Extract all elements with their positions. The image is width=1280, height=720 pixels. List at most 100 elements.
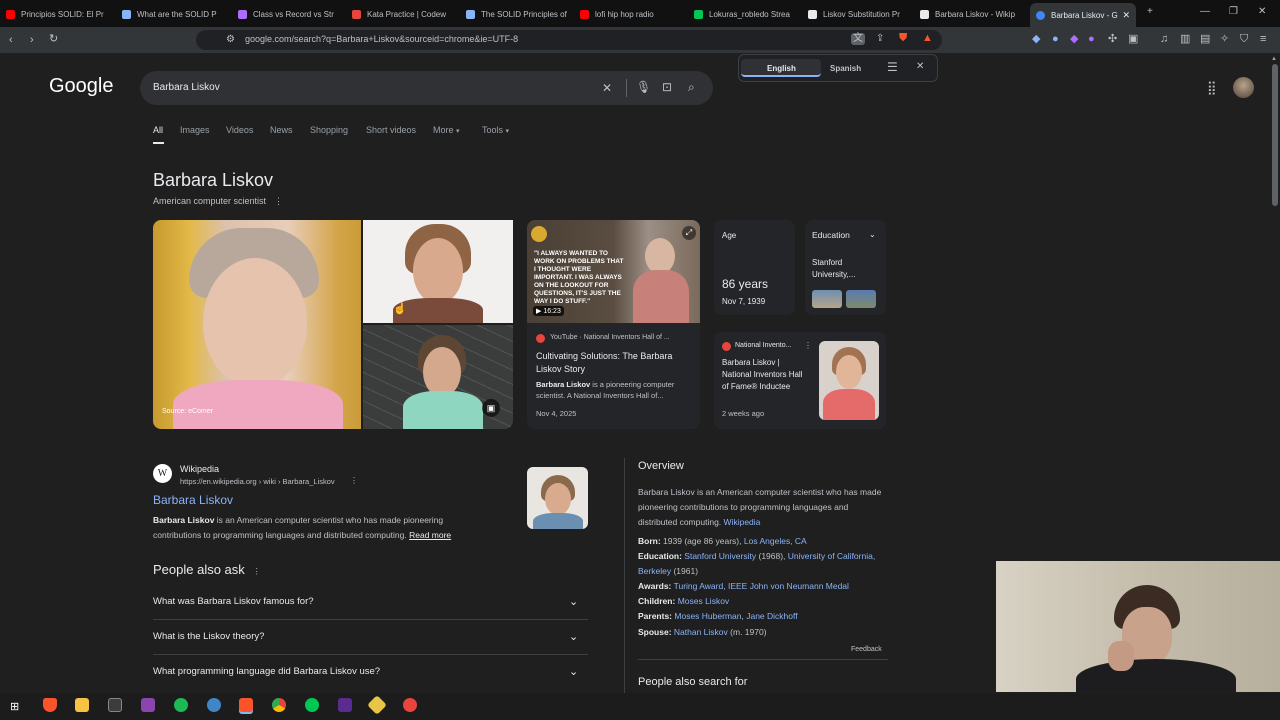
google-logo[interactable]: Google — [49, 75, 114, 98]
menu-icon[interactable]: ≡ — [1260, 33, 1266, 45]
fact-link[interactable]: Moses Liskov — [678, 596, 730, 606]
more-options-icon[interactable]: ⋮ — [350, 476, 358, 485]
puzzle-icon[interactable]: ✣ — [1108, 33, 1117, 45]
network-icon[interactable] — [207, 698, 221, 712]
tab-4[interactable]: The SOLID Principles of — [466, 3, 578, 25]
screenshot-icon[interactable]: ▣ — [1128, 33, 1138, 45]
tab-6[interactable]: Lokuras_robledo Strea — [694, 3, 806, 25]
video-thumbnail[interactable]: "I ALWAYS WANTED TO WORK ON PROBLEMS THA… — [527, 220, 700, 323]
tab-images[interactable]: Images — [180, 125, 210, 135]
education-card[interactable]: Education ⌄ Stanford University,... — [805, 220, 886, 315]
tab-3[interactable]: Kata Practice | Codew — [352, 3, 464, 25]
entity-photo-3[interactable]: ▣ — [363, 325, 513, 429]
fact-link[interactable]: Los Angeles, CA — [744, 536, 807, 546]
search-icon[interactable]: ⌕ — [688, 80, 695, 95]
visual-studio-icon[interactable] — [141, 698, 155, 712]
entity-photo-2[interactable] — [363, 220, 513, 323]
result-thumbnail[interactable] — [527, 467, 588, 529]
fact-link[interactable]: Moses Huberman — [674, 611, 741, 621]
share-icon[interactable]: ⇪ — [876, 33, 884, 45]
minimize-icon[interactable]: — — [1200, 6, 1210, 17]
translate-spanish[interactable]: Spanish — [830, 64, 861, 73]
tab-short-videos[interactable]: Short videos — [366, 125, 416, 135]
translate-icon[interactable]: 文 — [851, 33, 865, 45]
expand-icon[interactable]: ⤢ — [682, 226, 696, 240]
leo-icon[interactable]: ✧ — [1220, 33, 1229, 45]
tab-active[interactable]: Barbara Liskov - G ✕ — [1030, 3, 1136, 27]
spotify-icon[interactable] — [174, 698, 188, 712]
more-options-icon[interactable]: ⋮ — [804, 341, 812, 350]
tab-1[interactable]: What are the SOLID P — [122, 3, 234, 25]
news-title[interactable]: Barbara Liskov | National Inventors Hall… — [722, 357, 810, 393]
forward-icon[interactable]: › — [30, 34, 34, 46]
sidebar-icon[interactable]: ▥ — [1180, 33, 1190, 45]
overview-source-link[interactable]: Wikipedia — [724, 517, 761, 527]
tab-shopping[interactable]: Shopping — [310, 125, 348, 135]
video-title[interactable]: Cultivating Solutions: The Barbara Lisko… — [536, 350, 694, 376]
close-tab-icon[interactable]: ✕ — [1122, 10, 1130, 21]
tab-news[interactable]: News — [270, 125, 293, 135]
university-thumbnail[interactable] — [846, 290, 876, 308]
translate-close-icon[interactable]: ✕ — [916, 61, 924, 72]
app-icon[interactable] — [403, 698, 417, 712]
tab-videos[interactable]: Videos — [226, 125, 253, 135]
university-thumbnail[interactable] — [812, 290, 842, 308]
restore-icon[interactable]: ❐ — [1229, 6, 1238, 17]
tools-button[interactable]: Tools ▾ — [482, 125, 509, 135]
result-url[interactable]: https://en.wikipedia.org › wiki › Barbar… — [180, 477, 335, 486]
app-icon[interactable] — [338, 698, 352, 712]
read-more-link[interactable]: Read more — [409, 530, 451, 540]
media-icon[interactable]: ♫ — [1160, 33, 1168, 45]
extension-icon[interactable]: ◆ — [1070, 33, 1078, 45]
scroll-up-icon[interactable]: ▲ — [1271, 56, 1277, 62]
chrome-icon[interactable] — [272, 698, 286, 712]
brave-active-icon[interactable] — [239, 698, 253, 712]
brave-icon[interactable] — [43, 698, 57, 712]
fact-link[interactable]: Turing Award — [674, 581, 724, 591]
avatar[interactable] — [1233, 77, 1254, 98]
reload-icon[interactable]: ↻ — [49, 33, 58, 45]
entity-photo-main[interactable]: Source: eComer — [153, 220, 361, 429]
extension-icon[interactable]: ● — [1052, 33, 1059, 45]
paa-question[interactable]: What programming language did Barbara Li… — [153, 659, 588, 691]
close-window-icon[interactable]: ✕ — [1258, 6, 1266, 17]
tab-more[interactable]: More ▾ — [433, 125, 460, 135]
fact-link[interactable]: Jane Dickhoff — [746, 611, 797, 621]
tab-5[interactable]: lofi hip hop radio — [580, 3, 692, 25]
mic-icon[interactable]: 🎙 — [636, 80, 651, 94]
lens-icon[interactable]: ⊡ — [662, 80, 672, 94]
terminal-icon[interactable] — [108, 698, 122, 712]
brave-rewards-icon[interactable]: ▲ — [922, 32, 933, 44]
chevron-down-icon[interactable]: ⌄ — [869, 230, 876, 239]
site-info-icon[interactable]: ⚙ — [226, 34, 235, 46]
fact-link[interactable]: Stanford University — [684, 551, 756, 561]
extension-icon[interactable]: ● — [1088, 33, 1095, 45]
video-card[interactable]: "I ALWAYS WANTED TO WORK ON PROBLEMS THA… — [527, 220, 700, 429]
translate-options-icon[interactable]: ☰ — [887, 60, 898, 74]
result-title-link[interactable]: Barbara Liskov — [153, 493, 233, 507]
clear-search-icon[interactable]: ✕ — [602, 81, 612, 95]
tab-0[interactable]: Principios SOLID: El Pr — [6, 3, 118, 25]
search-query[interactable]: Barbara Liskov — [153, 82, 220, 93]
fact-link[interactable]: Nathan Liskov — [674, 627, 728, 637]
vpn-icon[interactable]: ⛉ — [1240, 33, 1248, 45]
fact-link[interactable]: IEEE John von Neumann Medal — [728, 581, 849, 591]
apps-grid-icon[interactable]: ⣿ — [1207, 80, 1217, 96]
back-icon[interactable]: ‹ — [9, 34, 13, 46]
more-options-icon[interactable]: ⋮ — [253, 567, 261, 576]
scrollbar-thumb[interactable] — [1272, 64, 1278, 206]
wallet-icon[interactable]: ▤ — [1200, 33, 1210, 45]
paa-question[interactable]: What is the Liskov theory? ⌄ — [153, 624, 588, 656]
tab-8[interactable]: Barbara Liskov - Wikip — [920, 3, 1032, 25]
address-url[interactable]: google.com/search?q=Barbara+Liskov&sourc… — [245, 34, 518, 44]
tab-2[interactable]: Class vs Record vs Str — [238, 3, 350, 25]
search-input[interactable] — [140, 71, 713, 105]
news-thumbnail[interactable] — [819, 341, 879, 420]
more-options-icon[interactable]: ⋮ — [274, 196, 283, 206]
image-gallery-icon[interactable]: ▣ — [482, 399, 500, 417]
age-card[interactable]: Age 86 years Nov 7, 1939 — [714, 220, 795, 315]
windows-start-icon[interactable]: ⊞ — [10, 700, 19, 713]
brave-shields-icon[interactable]: ⛊ — [899, 32, 907, 44]
tab-all[interactable]: All — [153, 125, 163, 135]
app-icon[interactable] — [305, 698, 319, 712]
